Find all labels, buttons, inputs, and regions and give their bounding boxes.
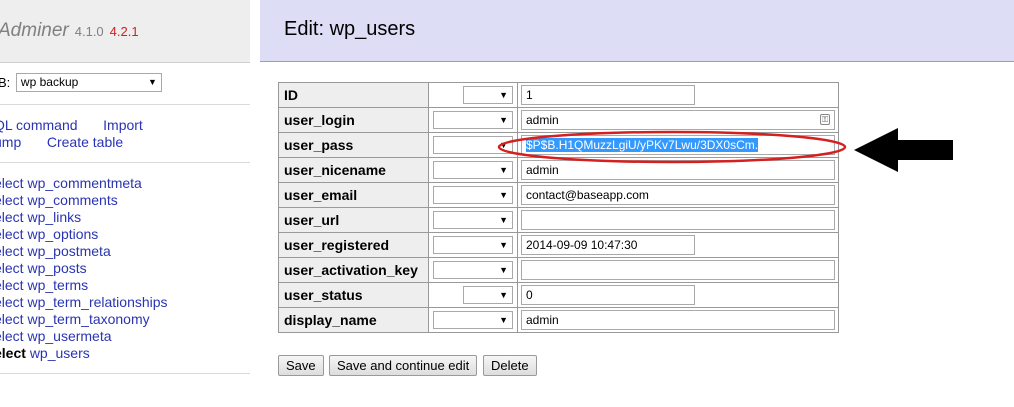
annotation-overlay xyxy=(497,128,953,172)
highlight-ellipse xyxy=(497,130,847,164)
arrow-left-icon xyxy=(854,128,953,172)
